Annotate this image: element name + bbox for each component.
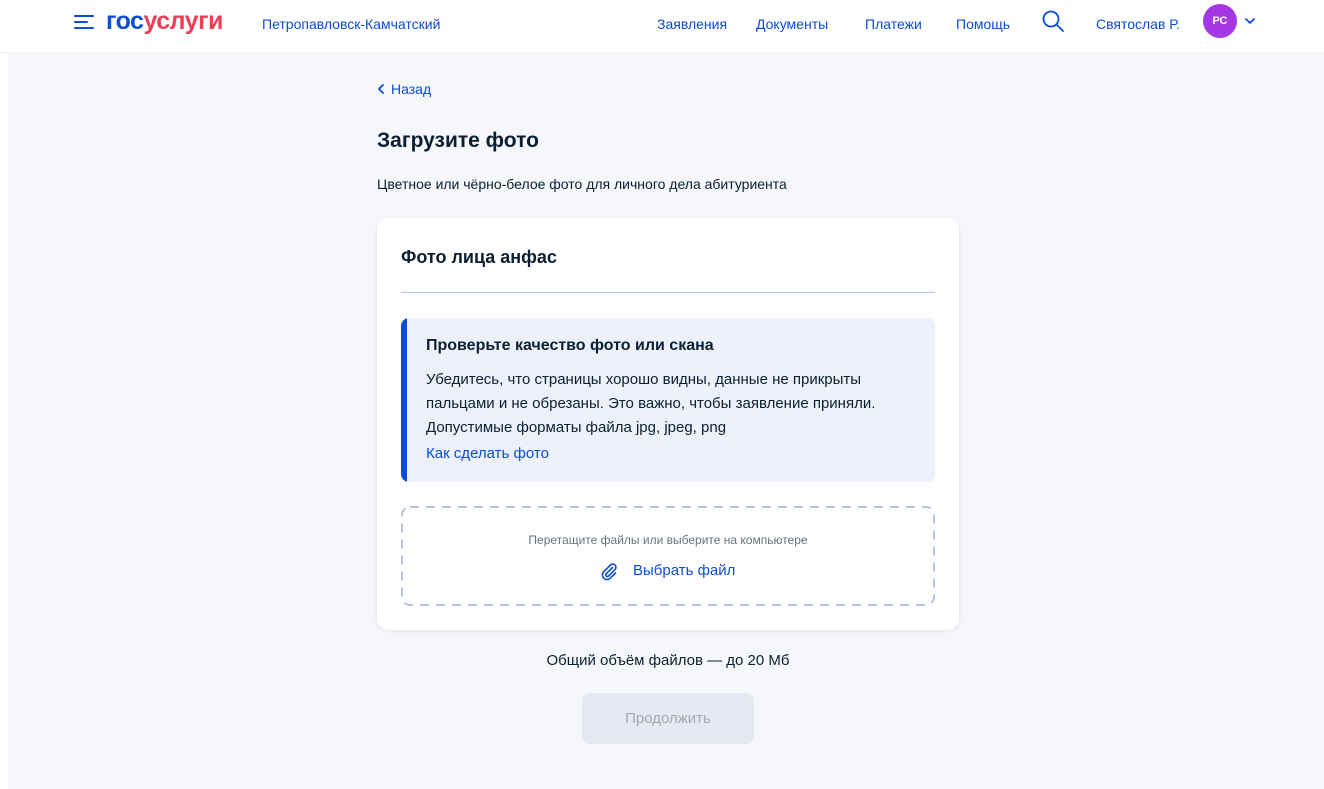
page-title: Загрузите фото <box>377 129 539 152</box>
logo-part-uslugi: услуги <box>143 7 223 35</box>
back-link-label: Назад <box>391 81 432 97</box>
top-header: госуслуги Петропавловск-Камчатский Заявл… <box>0 0 1324 52</box>
notice-text: Убедитесь, что страницы хорошо видны, да… <box>426 368 916 440</box>
upload-card: Фото лица анфас Проверьте качество фото … <box>377 218 959 630</box>
notice-text-line: Допустимые форматы файла jpg, jpeg, png <box>426 419 727 436</box>
gosuslugi-logo[interactable]: госуслуги <box>106 6 223 36</box>
nav-applications[interactable]: Заявления <box>657 15 727 33</box>
quality-notice: Проверьте качество фото или скана Убедит… <box>401 318 935 482</box>
choose-file-button[interactable]: Выбрать файл <box>599 561 735 581</box>
back-link[interactable]: Назад <box>377 80 431 98</box>
file-dropzone[interactable]: Перетащите файлы или выберите на компьют… <box>401 506 935 606</box>
page-subtitle: Цветное или чёрно-белое фото для личного… <box>377 176 787 192</box>
notice-title: Проверьте качество фото или скана <box>426 337 714 354</box>
choose-file-label: Выбрать файл <box>633 562 736 579</box>
logo-part-gos: гос <box>106 7 144 35</box>
paperclip-icon <box>601 563 617 581</box>
notice-text-line: пальцами и не обрезаны. Это важно, чтобы… <box>426 395 876 412</box>
chevron-down-icon[interactable] <box>1244 16 1256 26</box>
nav-documents[interactable]: Документы <box>756 15 828 33</box>
notice-text-line: Убедитесь, что страницы хорошо видны, да… <box>426 371 862 388</box>
notice-accent-bar <box>401 318 407 482</box>
city-selector[interactable]: Петропавловск-Камчатский <box>262 15 440 33</box>
total-size-note: Общий объём файлов — до 20 Мб <box>546 652 790 669</box>
dropzone-dashed-border <box>401 506 935 606</box>
search-icon[interactable] <box>1041 9 1065 33</box>
burger-menu-icon[interactable] <box>74 14 94 30</box>
card-divider <box>401 292 935 293</box>
chevron-left-icon <box>378 84 384 94</box>
how-to-photo-link[interactable]: Как сделать фото <box>426 444 549 464</box>
card-title: Фото лица анфас <box>401 247 557 267</box>
continue-button[interactable]: Продолжить <box>582 693 754 744</box>
nav-payments[interactable]: Платежи <box>865 15 922 33</box>
user-name[interactable]: Святослав Р. <box>1096 15 1180 33</box>
avatar[interactable]: РС <box>1203 4 1237 38</box>
nav-help[interactable]: Помощь <box>956 15 1010 33</box>
dropzone-hint: Перетащите файлы или выберите на компьют… <box>528 533 808 547</box>
